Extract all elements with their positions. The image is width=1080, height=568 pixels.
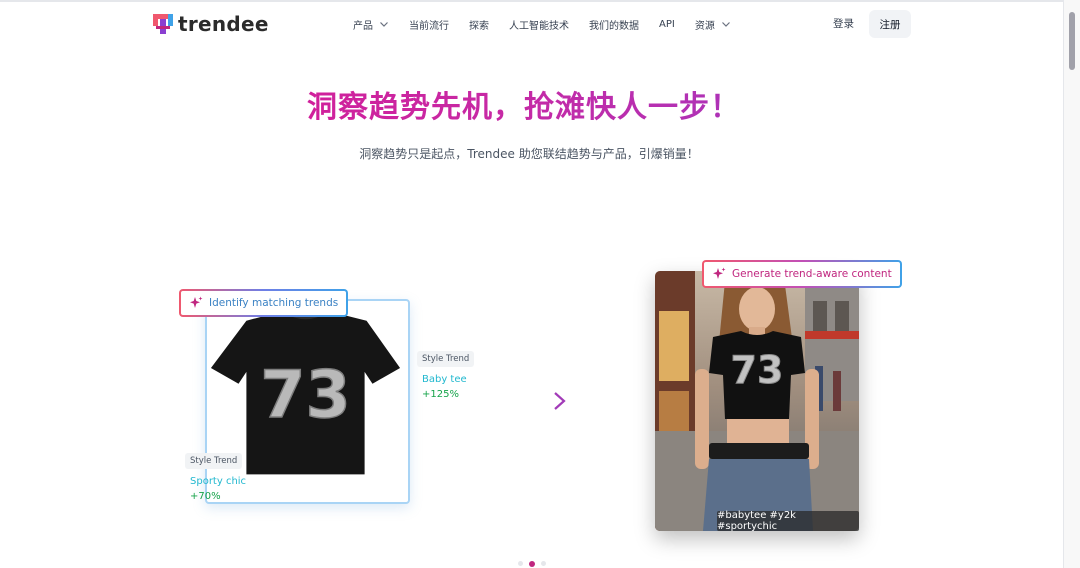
nav-trending-label: 当前流行 xyxy=(409,20,449,32)
scrollbar[interactable] xyxy=(1063,0,1080,568)
carousel-dot-active[interactable] xyxy=(529,560,535,567)
signup-button[interactable]: 注册 xyxy=(869,10,911,38)
nav-trending[interactable]: 当前流行 xyxy=(409,17,449,32)
nav-ai-tech[interactable]: 人工智能技术 xyxy=(509,17,569,32)
site-header: trendee 产品 当前流行 探索 人工智能技术 我们的数据 API 资源 登… xyxy=(0,4,1064,40)
trend-change: +70% xyxy=(190,491,221,502)
nav-explore[interactable]: 探索 xyxy=(469,17,489,32)
photo-tshirt-number: 73 xyxy=(731,348,784,392)
style-trend-label: Style Trend xyxy=(185,453,243,469)
trend-name: Baby tee xyxy=(422,374,467,385)
tshirt-number: 73 xyxy=(260,358,350,433)
login-link[interactable]: 登录 xyxy=(833,16,854,31)
sparkle-icon xyxy=(190,296,203,308)
carousel-dot[interactable] xyxy=(541,561,546,566)
arrow-right-icon xyxy=(499,392,566,410)
nav-resources[interactable]: 资源 xyxy=(695,17,731,32)
trend-name: Sporty chic xyxy=(190,476,247,487)
generate-content-label: Generate trend-aware content xyxy=(732,268,892,280)
hero-title: 洞察趋势先机，抢滩快人一步！ xyxy=(0,82,1048,126)
nav-api[interactable]: API xyxy=(659,19,675,30)
model-photo: 73 xyxy=(655,271,859,531)
chevron-down-icon xyxy=(721,22,730,27)
style-trend-label: Style Trend xyxy=(417,351,475,367)
sparkle-icon xyxy=(713,267,726,279)
trend-change: +125% xyxy=(422,389,459,400)
hero-subtitle: 洞察趋势只是起点，Trendee 助您联结趋势与产品，引爆销量！ xyxy=(359,147,699,161)
identify-trends-label: Identify matching trends xyxy=(209,297,339,309)
product-image-frame: 73 xyxy=(205,299,410,504)
nav-our-data-label: 我们的数据 xyxy=(589,20,639,32)
nav-products-label: 产品 xyxy=(353,20,373,32)
scrollbar-thumb[interactable] xyxy=(1069,12,1075,70)
identify-trends-tag: Identify matching trends xyxy=(179,289,348,317)
main-nav: 产品 当前流行 探索 人工智能技术 我们的数据 API 资源 xyxy=(353,14,751,34)
nav-our-data[interactable]: 我们的数据 xyxy=(589,17,639,32)
nav-explore-label: 探索 xyxy=(469,20,489,32)
carousel-dot[interactable] xyxy=(518,561,523,566)
logo[interactable]: trendee xyxy=(153,12,269,36)
nav-ai-tech-label: 人工智能技术 xyxy=(509,20,569,32)
brand-name: trendee xyxy=(178,12,269,36)
nav-api-label: API xyxy=(659,18,675,30)
generate-content-tag: Generate trend-aware content xyxy=(702,260,902,288)
chevron-down-icon xyxy=(380,22,388,27)
top-border xyxy=(0,0,1080,2)
model-wearing-tshirt-image: 73 xyxy=(655,271,859,531)
nav-products[interactable]: 产品 xyxy=(353,17,389,32)
carousel-dots xyxy=(518,560,552,567)
hashtags-caption: #babytee #y2k #sportychic xyxy=(717,510,859,532)
trendee-logo-icon xyxy=(153,14,173,34)
nav-resources-label: 资源 xyxy=(694,20,715,32)
